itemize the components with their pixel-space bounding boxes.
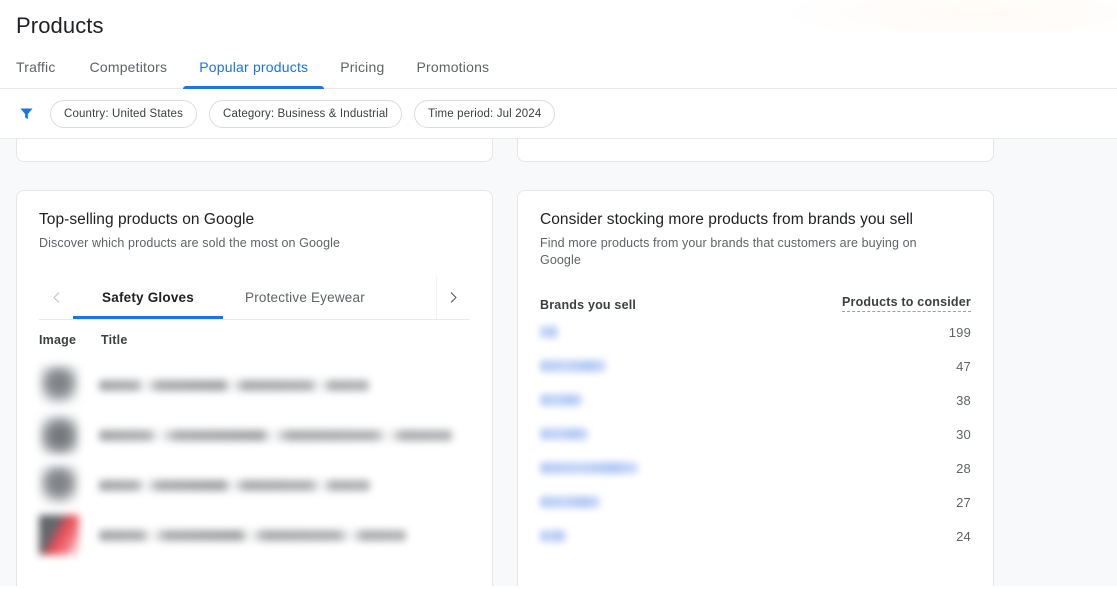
category-tab-list[interactable]: Safety Gloves Protective Eyewear Wo <box>73 276 470 319</box>
page-header: Products Traffic Competitors Popular pro… <box>0 0 1117 89</box>
product-title-redacted <box>99 529 406 541</box>
product-thumbnail-redacted <box>39 365 79 405</box>
products-to-consider-count: 199 <box>948 324 971 340</box>
column-header-products-to-consider[interactable]: Products to consider <box>841 295 971 312</box>
top-selling-card-header: Top-selling products on Google Discover … <box>17 191 492 320</box>
products-to-consider-count: 30 <box>956 426 971 442</box>
products-to-consider-count: 38 <box>956 392 971 408</box>
product-title-redacted <box>99 379 369 391</box>
filter-chip-category[interactable]: Category: Business & Industrial <box>209 99 403 128</box>
product-thumbnail-redacted <box>39 415 79 455</box>
left-column: Top-selling products on Google Discover … <box>16 139 493 586</box>
brand-name-redacted-link[interactable] <box>540 428 588 440</box>
top-selling-products-card: Top-selling products on Google Discover … <box>16 190 493 586</box>
brands-list: 199 47 38 30 28 27 24 <box>540 315 971 563</box>
category-tab-safety-gloves[interactable]: Safety Gloves <box>73 276 223 319</box>
table-row[interactable] <box>17 360 492 410</box>
filter-chip-country[interactable]: Country: United States <box>50 99 197 128</box>
dashboard-scroll-area[interactable]: Top-selling products on Google Discover … <box>0 139 1117 586</box>
top-selling-products-table: Image Title <box>17 320 492 560</box>
right-column: Consider stocking more products from bra… <box>517 139 994 586</box>
left-column-gap <box>16 162 493 190</box>
column-header-image: Image <box>39 333 77 347</box>
table-header-row: Image Title <box>17 320 492 360</box>
list-item[interactable]: 28 <box>540 451 971 485</box>
consider-stocking-card-header: Consider stocking more products from bra… <box>518 191 993 563</box>
card-above-left-partial[interactable] <box>16 139 493 162</box>
top-selling-card-title: Top-selling products on Google <box>39 211 255 228</box>
filter-funnel-icon[interactable] <box>16 104 36 124</box>
brand-name-redacted-link[interactable] <box>540 394 582 406</box>
tab-popular-products[interactable]: Popular products <box>183 58 325 89</box>
brand-name-redacted-link[interactable] <box>540 496 600 508</box>
product-title-redacted <box>99 479 370 491</box>
products-to-consider-count: 47 <box>956 358 971 374</box>
tab-traffic[interactable]: Traffic <box>16 58 72 88</box>
list-item[interactable]: 47 <box>540 349 971 383</box>
consider-stocking-card-title: Consider stocking more products from bra… <box>540 211 914 228</box>
table-row[interactable] <box>17 410 492 460</box>
chevron-left-icon[interactable] <box>39 276 73 319</box>
top-selling-card-subtitle: Discover which products are sold the mos… <box>39 236 341 250</box>
right-column-gap <box>517 162 994 190</box>
filter-bar: Country: United States Category: Busines… <box>0 89 1117 139</box>
tab-pricing[interactable]: Pricing <box>324 58 400 88</box>
consider-stocking-card-subtitle: Find more products from your brands that… <box>540 236 917 267</box>
product-thumbnail-redacted <box>39 515 79 555</box>
table-row[interactable] <box>17 460 492 510</box>
main-tab-bar: Traffic Competitors Popular products Pri… <box>0 47 1117 89</box>
products-to-consider-count: 27 <box>956 494 971 510</box>
product-title-redacted <box>99 429 452 441</box>
product-thumbnail-redacted <box>39 465 79 505</box>
consider-stocking-card: Consider stocking more products from bra… <box>517 190 994 586</box>
column-header-brands-you-sell: Brands you sell <box>540 298 637 312</box>
list-item[interactable]: 30 <box>540 417 971 451</box>
products-to-consider-count: 24 <box>956 528 971 544</box>
tab-competitors[interactable]: Competitors <box>74 58 184 88</box>
brand-name-redacted-link[interactable] <box>540 530 566 542</box>
list-item[interactable]: 24 <box>540 519 971 553</box>
list-item[interactable]: 199 <box>540 315 971 349</box>
filter-chip-time-period[interactable]: Time period: Jul 2024 <box>414 99 556 128</box>
category-tab-protective-eyewear[interactable]: Protective Eyewear <box>223 276 387 319</box>
cards-grid: Top-selling products on Google Discover … <box>16 139 1101 586</box>
list-item[interactable]: 38 <box>540 383 971 417</box>
brands-table-header: Brands you sell Products to consider <box>540 295 971 315</box>
category-tab-strip: Safety Gloves Protective Eyewear Wo <box>39 276 470 320</box>
brand-name-redacted-link[interactable] <box>540 462 638 474</box>
table-row[interactable] <box>17 510 492 560</box>
tab-promotions[interactable]: Promotions <box>400 58 505 88</box>
column-header-title: Title <box>101 333 128 347</box>
brand-name-redacted-link[interactable] <box>540 326 558 338</box>
products-to-consider-count: 28 <box>956 460 971 476</box>
brand-name-redacted-link[interactable] <box>540 360 606 372</box>
list-item[interactable]: 27 <box>540 485 971 519</box>
page-title: Products <box>16 13 104 38</box>
products-popular-products-page: Products Traffic Competitors Popular pro… <box>0 0 1117 589</box>
chevron-right-icon[interactable] <box>436 276 470 319</box>
card-above-right-partial[interactable] <box>517 139 994 162</box>
